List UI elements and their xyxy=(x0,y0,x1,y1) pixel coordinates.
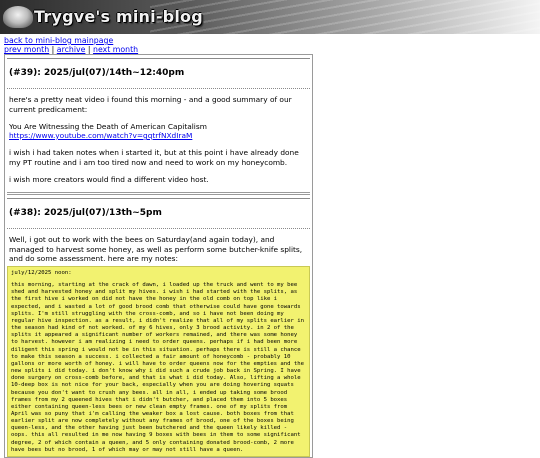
post-paragraph: You Are Witnessing the Death of American… xyxy=(9,122,308,141)
video-link[interactable]: https://www.youtube.com/watch?v=gqtrfNXd… xyxy=(9,131,192,140)
post-title: (#39): 2025/jul(07)/14th~12:40pm xyxy=(7,58,310,90)
blog-title: Trygve's mini-blog xyxy=(34,7,203,26)
next-month-link[interactable]: next month xyxy=(93,45,138,54)
blog-banner: Trygve's mini-blog xyxy=(0,0,540,34)
notes-text: this morning, starting at the crack of d… xyxy=(11,282,308,453)
post-paragraph: i wish more creators would find a differ… xyxy=(9,174,209,184)
post-body: Well, i got out to work with the bees on… xyxy=(5,229,312,263)
video-title: You Are Witnessing the Death of American… xyxy=(9,121,207,131)
post-list: (#39): 2025/jul(07)/14th~12:40pm here's … xyxy=(4,54,313,458)
top-navigation: back to mini-blog mainpage prev month | … xyxy=(0,34,540,55)
prev-month-link[interactable]: prev month xyxy=(4,45,49,54)
post-separator xyxy=(7,192,310,195)
back-to-mainpage-link[interactable]: back to mini-blog mainpage xyxy=(4,36,113,45)
archive-link[interactable]: archive xyxy=(57,45,86,54)
post-body: here's a pretty neat video i found this … xyxy=(5,89,312,190)
nav-separator: | xyxy=(87,45,91,55)
post-paragraph: here's a pretty neat video i found this … xyxy=(9,95,292,114)
nav-separator: | xyxy=(51,45,55,55)
post-title: (#38): 2025/jul(07)/13th~5pm xyxy=(7,198,310,230)
sunrise-logo-icon xyxy=(3,6,33,28)
bee-notes-block: july/12/2025 noon: this morning, starting… xyxy=(7,266,310,457)
banner-streaks xyxy=(150,0,540,34)
notes-heading: july/12/2025 noon: xyxy=(11,270,72,276)
post-paragraph: Well, i got out to work with the bees on… xyxy=(9,235,303,263)
post-paragraph: i wish i had taken notes when i started … xyxy=(9,148,299,167)
